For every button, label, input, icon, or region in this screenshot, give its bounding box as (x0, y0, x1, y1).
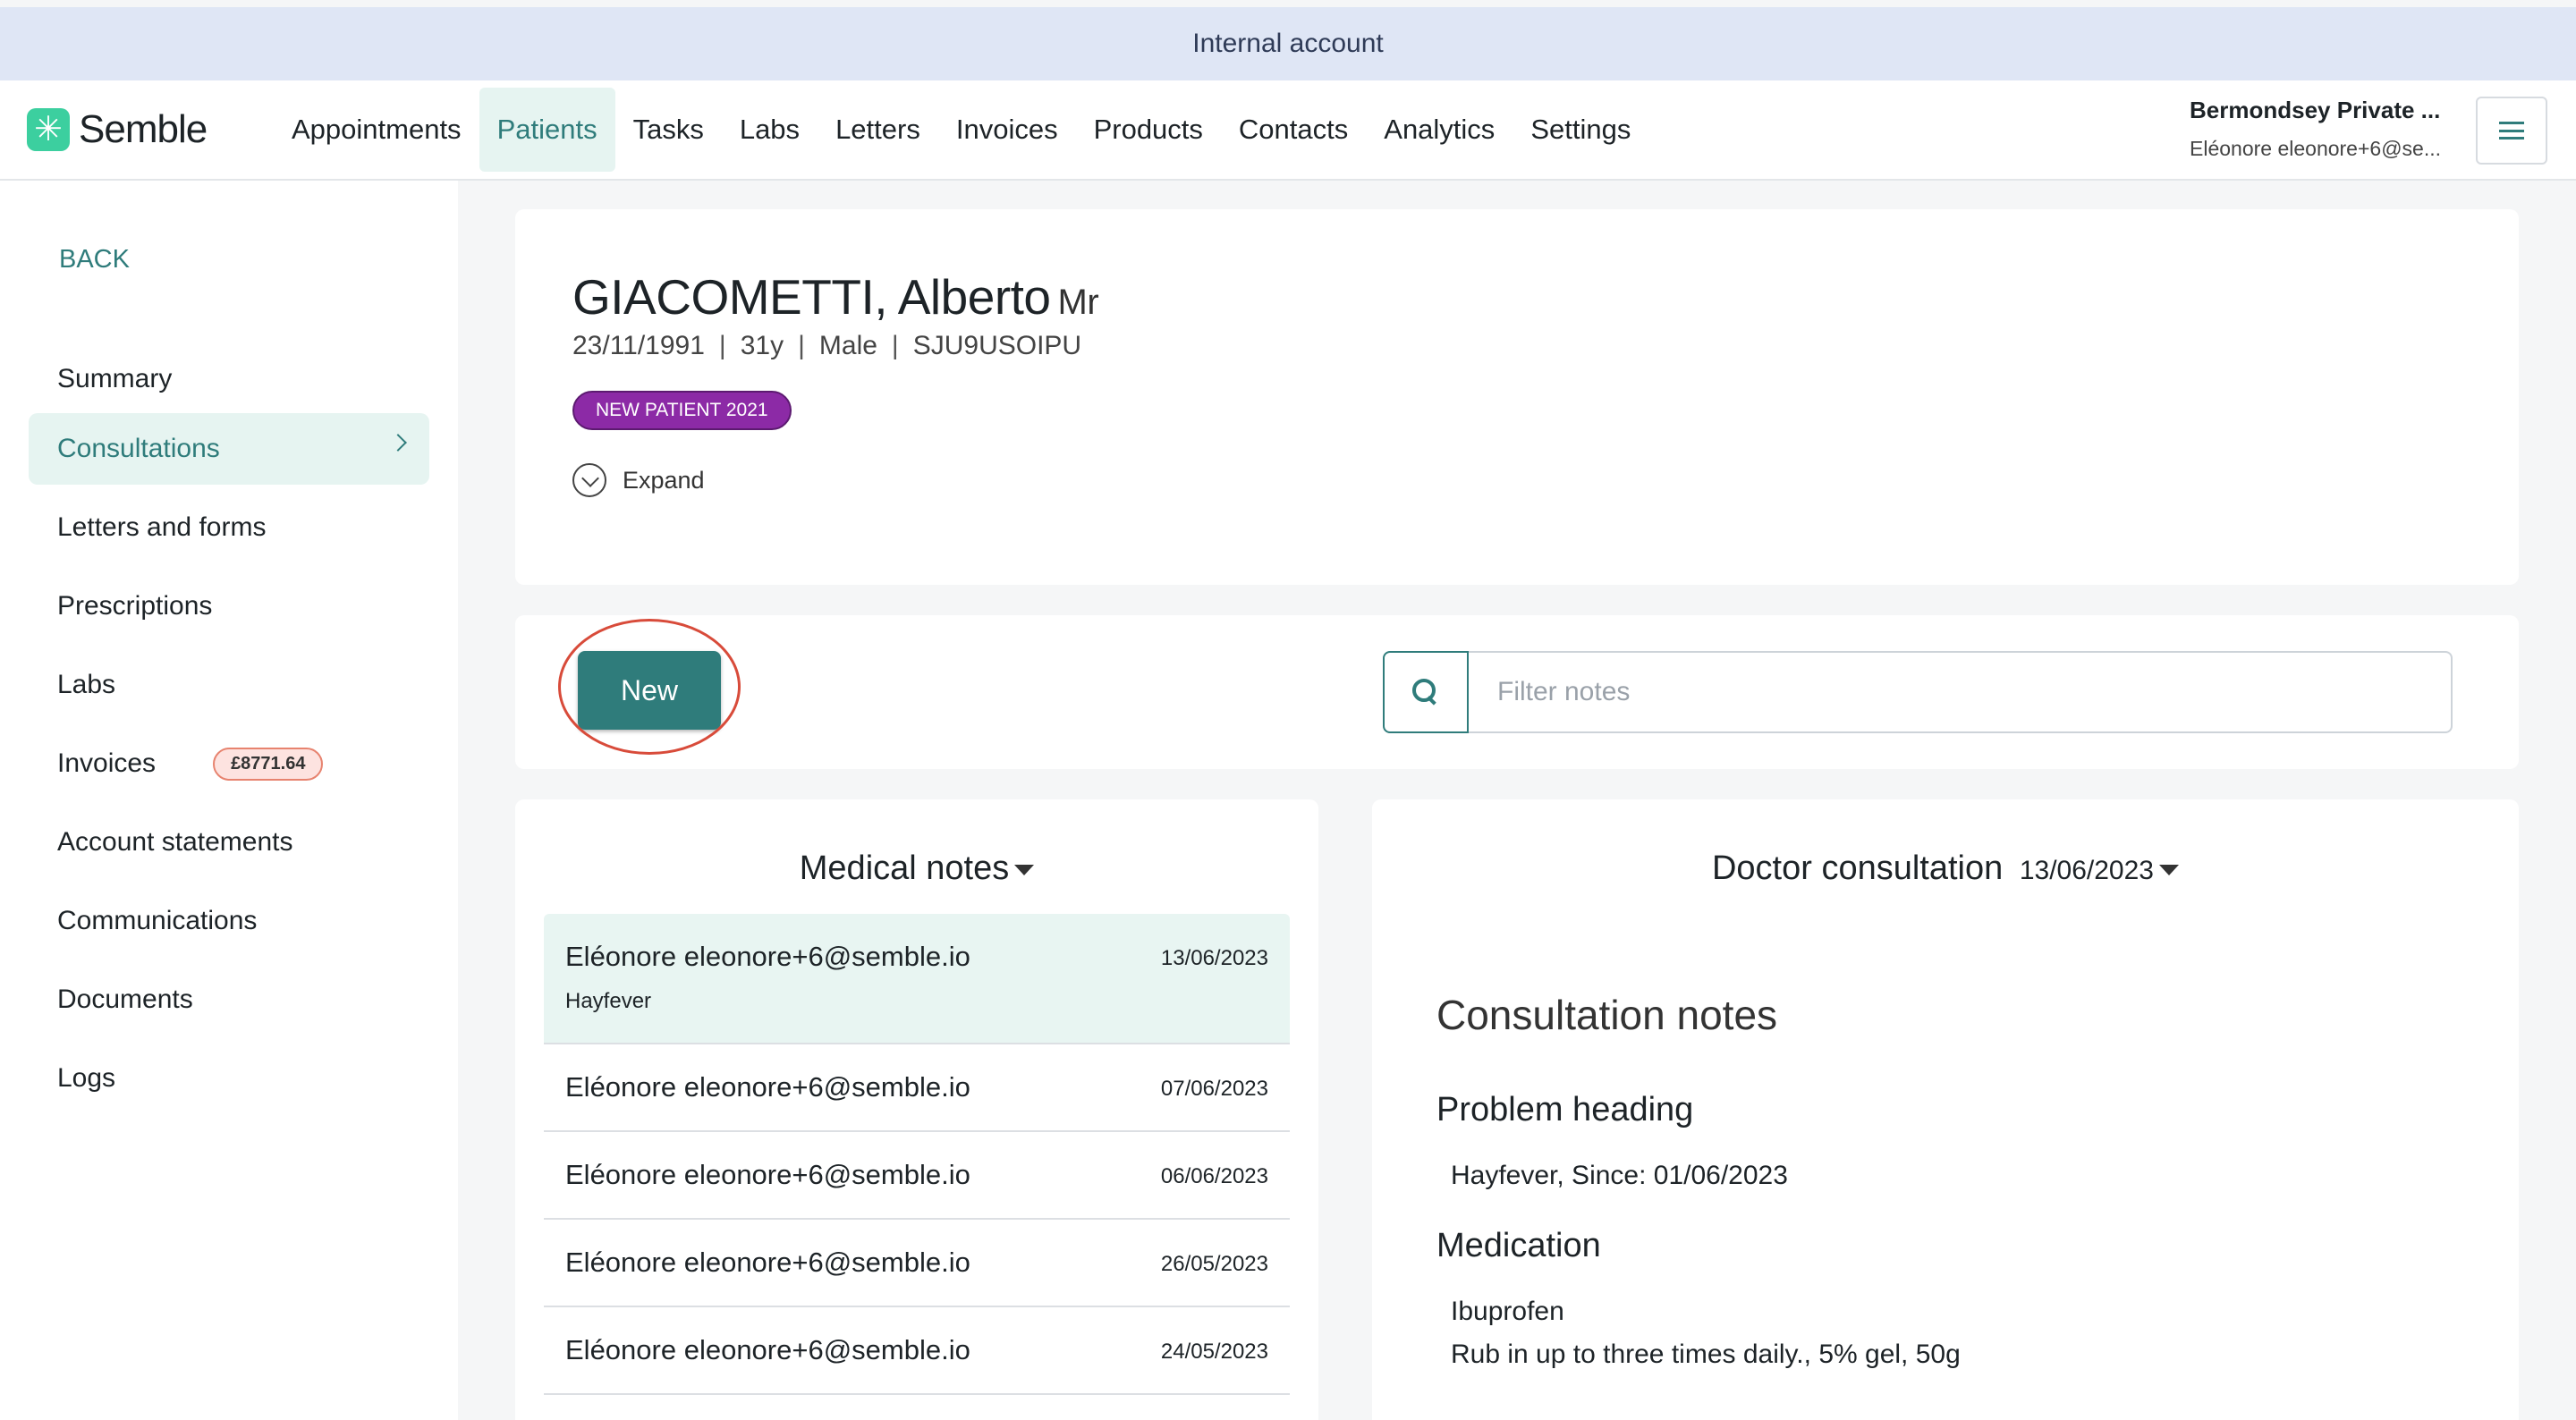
note-author: Eléonore eleonore+6@semble.io (565, 941, 970, 972)
medication-heading: Medication (1436, 1227, 1601, 1264)
expand-label: Expand (623, 466, 705, 494)
nav-invoices[interactable]: Invoices (938, 88, 1076, 172)
note-author: Eléonore eleonore+6@semble.io (565, 1247, 970, 1278)
patient-name: GIACOMETTI, Alberto Mr (572, 268, 1099, 325)
note-subtitle: Hayfever (565, 989, 652, 1013)
account-switcher[interactable]: Bermondsey Private ... Eléonore eleonore… (2190, 97, 2458, 161)
note-date: 13/06/2023 (1160, 946, 1268, 970)
sidebar-item-label: Communications (57, 906, 258, 935)
problem-text: Hayfever, Since: 01/06/2023 (1451, 1161, 1788, 1190)
note-author: Eléonore eleonore+6@semble.io (565, 1334, 970, 1365)
sidebar-item-label: Consultations (57, 434, 220, 463)
brand-name: Semble (79, 107, 208, 151)
separator: | (891, 331, 899, 360)
sidebar-item-logs[interactable]: Logs (29, 1043, 429, 1114)
banner-text: Internal account (1192, 29, 1384, 58)
list-item[interactable]: Eléonore eleonore+6@semble.io 07/06/2023 (544, 1044, 1290, 1132)
separator: | (798, 331, 805, 360)
patient-title: Mr (1057, 283, 1099, 322)
separator: | (718, 331, 726, 360)
chevron-down-circle-icon (572, 463, 606, 497)
problem-heading: Problem heading (1436, 1091, 1694, 1128)
sidebar-item-account-statements[interactable]: Account statements (29, 807, 429, 878)
invoice-balance-badge: £8771.64 (213, 747, 324, 781)
patient-id: SJU9USOIPU (912, 331, 1082, 360)
top-navigation: ✳ Semble Appointments Patients Tasks Lab… (0, 80, 2576, 181)
patient-details: 23/11/1991 | 31y | Male | SJU9USOIPU (572, 331, 1081, 361)
menu-button[interactable] (2476, 97, 2547, 165)
medication-name: Ibuprofen (1451, 1297, 1564, 1326)
search-icon (1412, 679, 1439, 706)
sidebar-item-documents[interactable]: Documents (29, 964, 429, 1035)
user-email: Eléonore eleonore+6@se... (2190, 137, 2442, 160)
list-item[interactable]: Eléonore eleonore+6@semble.io 26/05/2023 (544, 1220, 1290, 1307)
practice-name: Bermondsey Private ... (2190, 97, 2441, 123)
notes-type-dropdown[interactable]: Medical notes (515, 849, 1318, 888)
back-link[interactable]: BACK (59, 245, 130, 275)
sidebar-item-prescriptions[interactable]: Prescriptions (29, 571, 429, 642)
caret-down-icon (2159, 864, 2179, 875)
list-item[interactable]: Eléonore eleonore+6@semble.io 06/06/2023 (544, 1132, 1290, 1220)
list-item[interactable]: Eléonore eleonore+6@semble.io 24/05/2023 (544, 1307, 1290, 1395)
main-nav: Appointments Patients Tasks Labs Letters… (274, 88, 1648, 172)
sidebar-item-label: Documents (57, 985, 193, 1014)
patient-label-tag[interactable]: NEW PATIENT 2021 (572, 391, 792, 430)
patient-full-name: GIACOMETTI, Alberto (572, 269, 1051, 325)
nav-tasks[interactable]: Tasks (615, 88, 722, 172)
note-date: 24/05/2023 (1160, 1340, 1268, 1364)
notes-type-label: Medical notes (799, 849, 1010, 887)
semble-logo[interactable]: ✳ Semble (27, 107, 208, 152)
nav-letters[interactable]: Letters (818, 88, 938, 172)
patient-age: 31y (740, 331, 784, 360)
expand-toggle[interactable]: Expand (572, 463, 705, 497)
patient-dob: 23/11/1991 (572, 331, 705, 360)
medical-notes-panel: Medical notes Eléonore eleonore+6@semble… (515, 799, 1318, 1420)
filter-notes-input[interactable] (1469, 651, 2453, 733)
consultation-detail-panel: Doctor consultation 13/06/2023 Consultat… (1372, 799, 2519, 1420)
hamburger-icon (2499, 122, 2524, 139)
sidebar-item-label: Letters and forms (57, 512, 267, 542)
semble-logo-icon: ✳ (27, 108, 70, 151)
sidebar-item-letters-and-forms[interactable]: Letters and forms (29, 492, 429, 563)
search-button[interactable] (1383, 651, 1469, 733)
sidebar-item-label: Prescriptions (57, 591, 213, 621)
note-date: 06/06/2023 (1160, 1164, 1268, 1188)
highlight-annotation-ring (558, 619, 741, 755)
sidebar-item-invoices[interactable]: Invoices £8771.64 (29, 728, 429, 799)
nav-settings[interactable]: Settings (1513, 88, 1648, 172)
sidebar-item-label: Labs (57, 670, 116, 699)
notes-list: Eléonore eleonore+6@semble.io 13/06/2023… (544, 914, 1290, 1395)
note-author: Eléonore eleonore+6@semble.io (565, 1159, 970, 1190)
patient-gender: Male (818, 331, 877, 360)
internal-account-banner: Internal account (0, 7, 2576, 80)
medication-dose: Rub in up to three times daily., 5% gel,… (1451, 1340, 1961, 1369)
sidebar-item-label: Summary (57, 364, 173, 393)
consultation-type: Doctor consultation (1711, 849, 2004, 887)
sidebar-item-labs[interactable]: Labs (29, 649, 429, 721)
note-date: 26/05/2023 (1160, 1252, 1268, 1276)
sidebar-item-summary[interactable]: Summary (29, 343, 429, 415)
note-date: 07/06/2023 (1160, 1077, 1268, 1101)
nav-labs[interactable]: Labs (722, 88, 818, 172)
sidebar-item-consultations[interactable]: Consultations (29, 413, 429, 485)
nav-patients[interactable]: Patients (479, 88, 615, 172)
chevron-right-icon (389, 434, 407, 452)
nav-analytics[interactable]: Analytics (1366, 88, 1513, 172)
list-item[interactable]: Eléonore eleonore+6@semble.io 13/06/2023… (544, 914, 1290, 1044)
consultation-date: 13/06/2023 (2019, 856, 2154, 885)
sidebar-item-communications[interactable]: Communications (29, 885, 429, 957)
section-heading: Consultation notes (1436, 992, 1778, 1038)
nav-appointments[interactable]: Appointments (274, 88, 479, 172)
sidebar-item-label: Invoices (57, 748, 157, 778)
nav-contacts[interactable]: Contacts (1221, 88, 1366, 172)
patient-sidebar: BACK Summary Consultations Letters and f… (0, 181, 458, 1420)
sidebar-item-label: Logs (57, 1063, 116, 1093)
consultation-dropdown[interactable]: Doctor consultation 13/06/2023 (1372, 849, 2519, 888)
nav-products[interactable]: Products (1076, 88, 1221, 172)
notes-action-bar: New (515, 615, 2519, 769)
note-author: Eléonore eleonore+6@semble.io (565, 1071, 970, 1103)
patient-header-card: GIACOMETTI, Alberto Mr 23/11/1991 | 31y |… (515, 209, 2519, 585)
caret-down-icon (1014, 864, 1035, 875)
sidebar-item-label: Account statements (57, 827, 293, 857)
